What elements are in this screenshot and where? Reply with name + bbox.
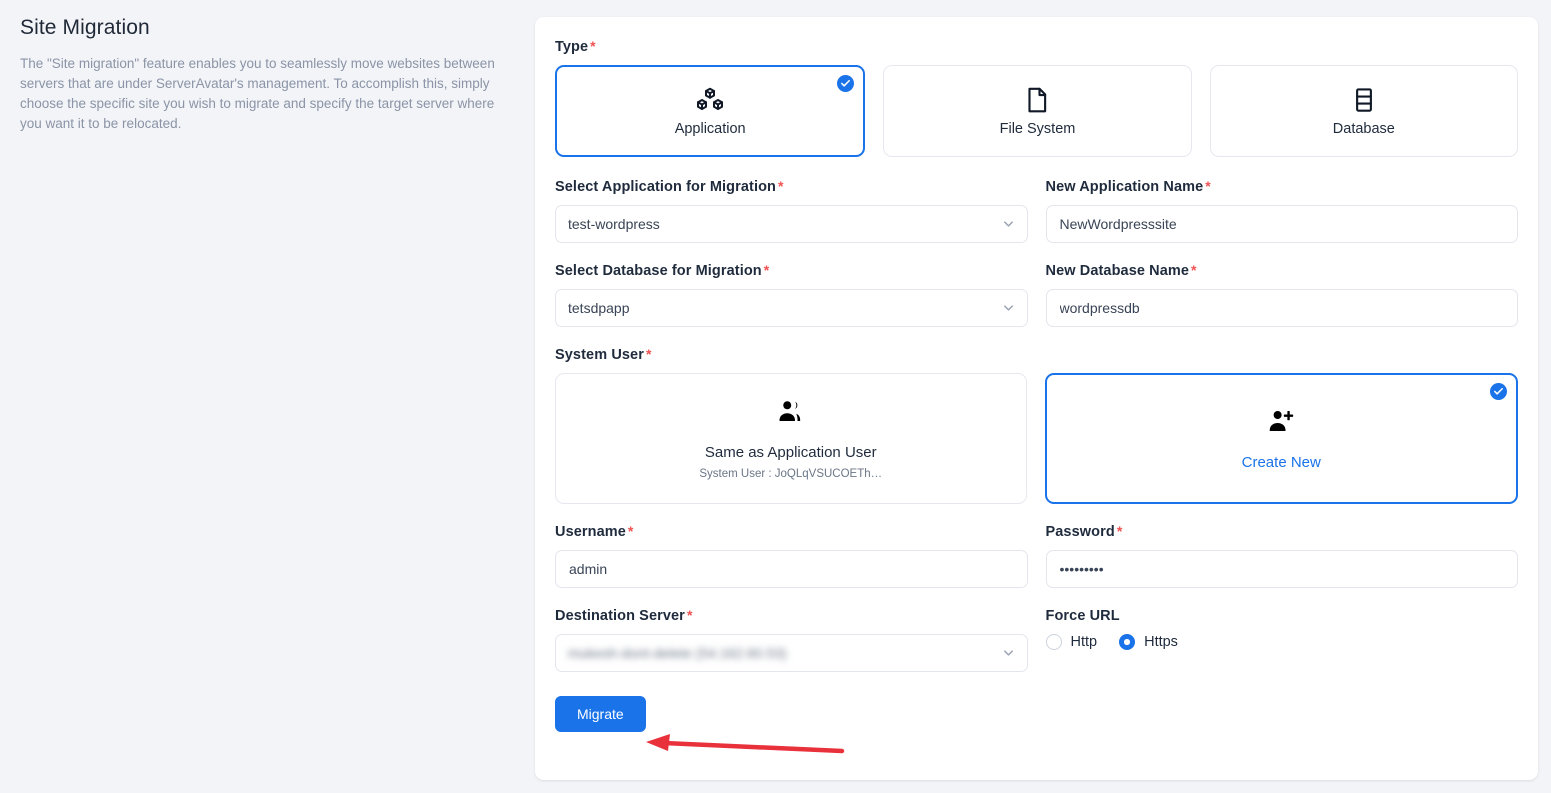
destination-server-label: Destination Server * [555, 608, 1028, 624]
required-asterisk: * [777, 178, 784, 194]
radio-http[interactable] [1045, 634, 1062, 650]
intro-section: Site Migration The "Site migration" feat… [20, 16, 510, 134]
select-database-label: Select Database for Migration * [555, 263, 1028, 279]
password-label-text: Password [1045, 524, 1115, 540]
type-label-text: Type [555, 39, 589, 55]
select-application-group: Select Application for Migration * test-w… [555, 179, 1028, 243]
type-card-file-system-label: File System [999, 121, 1076, 137]
required-asterisk: * [590, 38, 596, 54]
system-user-card-create-new[interactable]: Create New [1044, 373, 1518, 504]
required-asterisk: * [627, 523, 634, 539]
username-label: Username * [555, 524, 1028, 540]
system-user-label-text: System User [555, 347, 644, 363]
select-application-label-text: Select Application for Migration [555, 179, 776, 195]
required-asterisk: * [1191, 262, 1197, 278]
destination-row: Destination Server * mukesh-dont-delete (… [555, 608, 1518, 672]
select-database-wrap: tetsdpapp [555, 289, 1028, 327]
type-card-application[interactable]: Application [555, 65, 866, 157]
database-icon [1349, 85, 1379, 115]
force-url-option-https[interactable]: Https [1119, 634, 1178, 650]
new-database-name-label-text: New Database Name [1045, 263, 1190, 279]
select-application-label: Select Application for Migration * [555, 179, 1028, 195]
select-application-wrap: test-wordpress [555, 205, 1028, 243]
required-asterisk: * [645, 346, 652, 362]
type-card-row: Application File System Database [555, 65, 1518, 157]
check-icon [837, 75, 855, 92]
system-user-card-row: Same as Application User System User : J… [555, 373, 1518, 504]
password-label: Password * [1046, 524, 1519, 540]
type-card-application-label: Application [674, 121, 746, 137]
check-icon [1490, 383, 1507, 400]
force-url-label: Force URL [1046, 608, 1519, 624]
force-url-option-http[interactable]: Http [1045, 634, 1098, 650]
new-application-name-label: New Application Name * [1046, 179, 1519, 195]
type-card-file-system[interactable]: File System [883, 65, 1192, 157]
destination-server-label-text: Destination Server [555, 608, 685, 624]
username-group: Username * [555, 524, 1028, 588]
force-url-radio-group: Http Https [1045, 634, 1519, 650]
system-user-label: System User * [555, 347, 1518, 363]
force-url-http-label: Http [1070, 634, 1098, 650]
force-url-https-label: Https [1144, 634, 1178, 650]
users-icon [776, 397, 806, 432]
page-title: Site Migration [20, 16, 150, 39]
migration-form-panel: Type * Application File System Database … [535, 17, 1538, 780]
select-database-label-text: Select Database for Migration [555, 263, 762, 279]
file-icon [1022, 85, 1052, 115]
system-user-same-subtitle: System User : JoQLqVSUCOETh… [699, 468, 883, 480]
new-database-name-group: New Database Name * [1045, 263, 1519, 327]
migrate-button[interactable]: Migrate [555, 696, 646, 732]
type-card-database-label: Database [1332, 121, 1395, 137]
type-card-database[interactable]: Database [1209, 65, 1518, 157]
username-label-text: Username [555, 524, 626, 540]
system-user-card-same-as-application[interactable]: Same as Application User System User : J… [555, 373, 1027, 504]
select-database-input[interactable] [555, 289, 1028, 327]
radio-https[interactable] [1119, 634, 1136, 650]
required-asterisk: * [1116, 523, 1123, 539]
application-row: Select Application for Migration * test-w… [555, 179, 1518, 243]
new-database-name-label: New Database Name * [1046, 263, 1519, 279]
new-application-name-label-text: New Application Name [1045, 179, 1204, 195]
required-asterisk: * [763, 262, 770, 278]
system-user-same-title: Same as Application User [704, 444, 877, 461]
destination-server-group: Destination Server * mukesh-dont-delete (… [555, 608, 1028, 672]
username-input[interactable] [555, 550, 1028, 588]
type-label: Type * [555, 39, 1518, 55]
force-url-group: Force URL Http Https [1045, 608, 1519, 672]
new-application-name-group: New Application Name * [1045, 179, 1519, 243]
new-application-name-input[interactable] [1045, 205, 1518, 243]
select-application-input[interactable] [555, 205, 1028, 243]
password-group: Password * [1045, 524, 1519, 588]
destination-server-wrap: mukesh-dont-delete (54.162.60.53) [555, 634, 1028, 672]
destination-server-input[interactable] [555, 634, 1028, 672]
required-asterisk: * [686, 607, 693, 623]
credentials-row: Username* Password* [555, 524, 1518, 588]
required-asterisk: * [1205, 178, 1211, 194]
system-user-create-new-title: Create New [1241, 453, 1321, 471]
force-url-label-text: Force URL [1045, 608, 1120, 624]
page-description: The "Site migration" feature enables you… [20, 56, 495, 131]
site-migration-page: Site Migration The "Site migration" feat… [0, 0, 1551, 793]
new-database-name-input[interactable] [1045, 289, 1518, 327]
database-row: Select Database for Migration * tetsdpapp… [555, 263, 1518, 327]
boxes-icon [695, 85, 725, 115]
user-plus-icon [1266, 407, 1296, 442]
select-database-group: Select Database for Migration * tetsdpapp [555, 263, 1028, 327]
password-input[interactable] [1045, 550, 1518, 588]
